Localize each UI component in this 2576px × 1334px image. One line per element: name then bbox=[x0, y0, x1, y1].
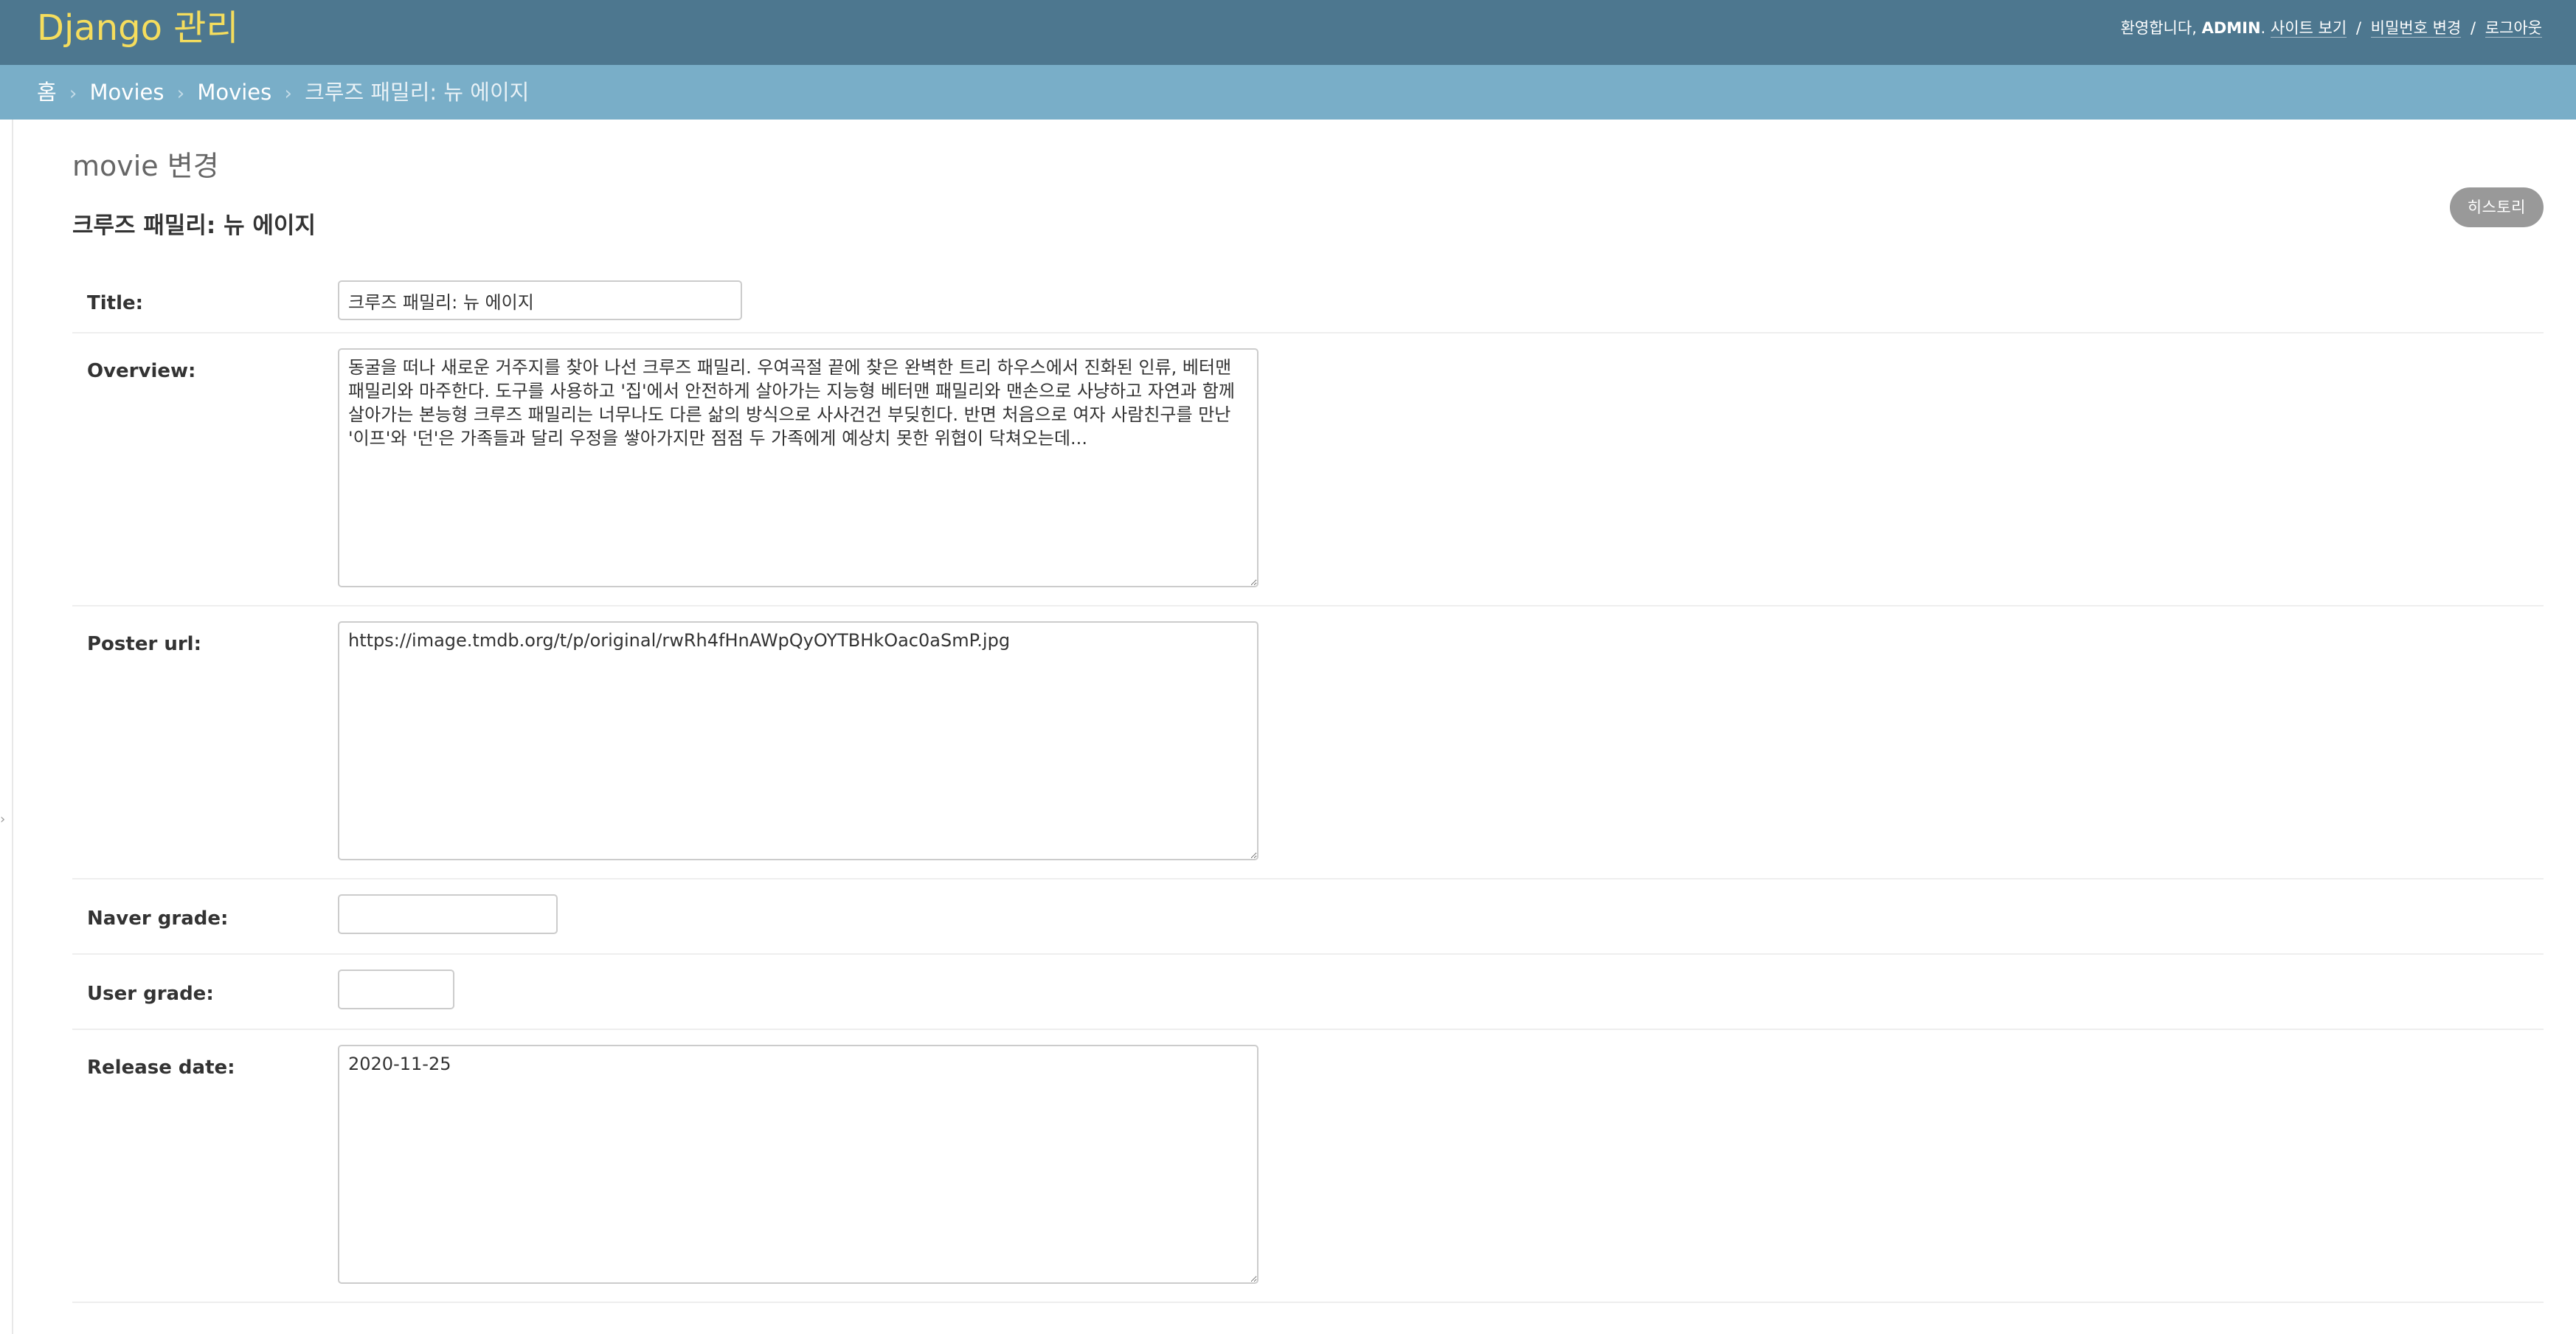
poster-url-textarea[interactable] bbox=[338, 621, 1258, 860]
naver-grade-input[interactable] bbox=[338, 894, 558, 934]
separator: / bbox=[2470, 19, 2476, 37]
breadcrumb: 홈 › Movies › Movies › 크루즈 패밀리: 뉴 에이지 bbox=[0, 65, 2576, 120]
overview-textarea[interactable] bbox=[338, 348, 1258, 587]
form-row-naver-grade: Naver grade: bbox=[72, 879, 2544, 955]
change-password-link[interactable]: 비밀번호 변경 bbox=[2370, 19, 2462, 38]
release-date-label: Release date: bbox=[87, 1057, 235, 1079]
history-button[interactable]: 히스토리 bbox=[2449, 187, 2544, 227]
title-input[interactable] bbox=[338, 280, 742, 320]
release-date-textarea[interactable] bbox=[338, 1045, 1258, 1284]
naver-grade-label: Naver grade: bbox=[87, 908, 229, 930]
breadcrumb-home[interactable]: 홈 bbox=[37, 80, 57, 105]
overview-label: Overview: bbox=[87, 360, 196, 382]
poster-url-label: Poster url: bbox=[87, 633, 201, 655]
separator: / bbox=[2355, 19, 2361, 37]
user-grade-input[interactable] bbox=[338, 970, 454, 1009]
breadcrumb-separator: › bbox=[69, 83, 77, 105]
breadcrumb-current: 크루즈 패밀리: 뉴 에이지 bbox=[305, 80, 530, 105]
breadcrumb-separator: › bbox=[284, 83, 292, 105]
site-brand[interactable]: Django 관리 bbox=[37, 4, 239, 52]
welcome-text: 환영합니다, bbox=[2120, 19, 2197, 37]
breadcrumb-model[interactable]: Movies bbox=[197, 80, 271, 105]
breadcrumb-separator: › bbox=[176, 83, 185, 105]
object-title: 크루즈 패밀리: 뉴 에이지 bbox=[72, 212, 316, 239]
chevron-right-icon[interactable]: › bbox=[0, 812, 5, 827]
user-grade-label: User grade: bbox=[87, 983, 214, 1005]
username: ADMIN bbox=[2201, 19, 2261, 37]
title-label: Title: bbox=[87, 292, 144, 314]
view-site-link[interactable]: 사이트 보기 bbox=[2270, 19, 2347, 38]
user-tools: 환영합니다, ADMIN. 사이트 보기 / 비밀번호 변경 / 로그아웃 bbox=[2120, 19, 2542, 38]
header: Django 관리 환영합니다, ADMIN. 사이트 보기 / 비밀번호 변경… bbox=[0, 0, 2576, 65]
form-row-poster-url: Poster url: bbox=[72, 606, 2544, 879]
form-row-user-grade: User grade: bbox=[72, 955, 2544, 1030]
form-row-overview: Overview: bbox=[72, 334, 2544, 606]
sidebar-divider bbox=[12, 120, 13, 1334]
form-row-title: Title: bbox=[72, 264, 2544, 334]
form-row-release-date: Release date: bbox=[72, 1030, 2544, 1303]
logout-link[interactable]: 로그아웃 bbox=[2485, 19, 2542, 38]
breadcrumb-app[interactable]: Movies bbox=[90, 80, 165, 105]
page-title: movie 변경 bbox=[72, 150, 219, 182]
